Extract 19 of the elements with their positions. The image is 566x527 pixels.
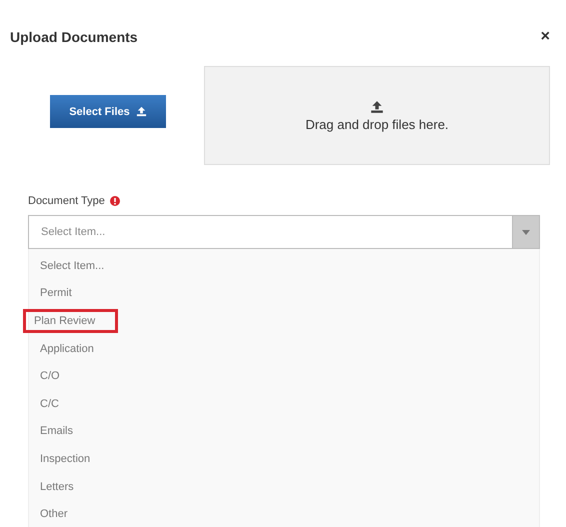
drop-zone-text: Drag and drop files here. — [305, 116, 449, 132]
dropdown-option[interactable]: Plan Review — [23, 308, 118, 333]
drop-zone[interactable]: Drag and drop files here. — [204, 66, 550, 165]
upload-icon — [370, 100, 384, 114]
upload-icon — [136, 106, 147, 117]
dropdown-option[interactable]: C/C — [29, 392, 70, 416]
dropdown-option[interactable]: C/O — [29, 364, 71, 388]
dropdown-option[interactable]: Emails — [29, 419, 84, 444]
dropdown-option[interactable]: Permit — [29, 281, 83, 306]
field-label: Document Type — [28, 195, 105, 207]
select-files-button[interactable]: Select Files — [50, 95, 166, 128]
document-type-dropdown[interactable]: Select Item... — [28, 215, 512, 249]
dropdown-option[interactable]: Inspection — [29, 446, 102, 471]
dropdown-option[interactable]: Other — [29, 502, 79, 526]
close-button[interactable]: × — [536, 28, 554, 46]
dropdown-option[interactable]: Application — [29, 336, 105, 361]
dialog-title: Upload Documents — [10, 29, 138, 45]
dropdown-option[interactable]: Select Item... — [29, 254, 116, 278]
dropdown-option[interactable]: Letters — [29, 474, 85, 499]
